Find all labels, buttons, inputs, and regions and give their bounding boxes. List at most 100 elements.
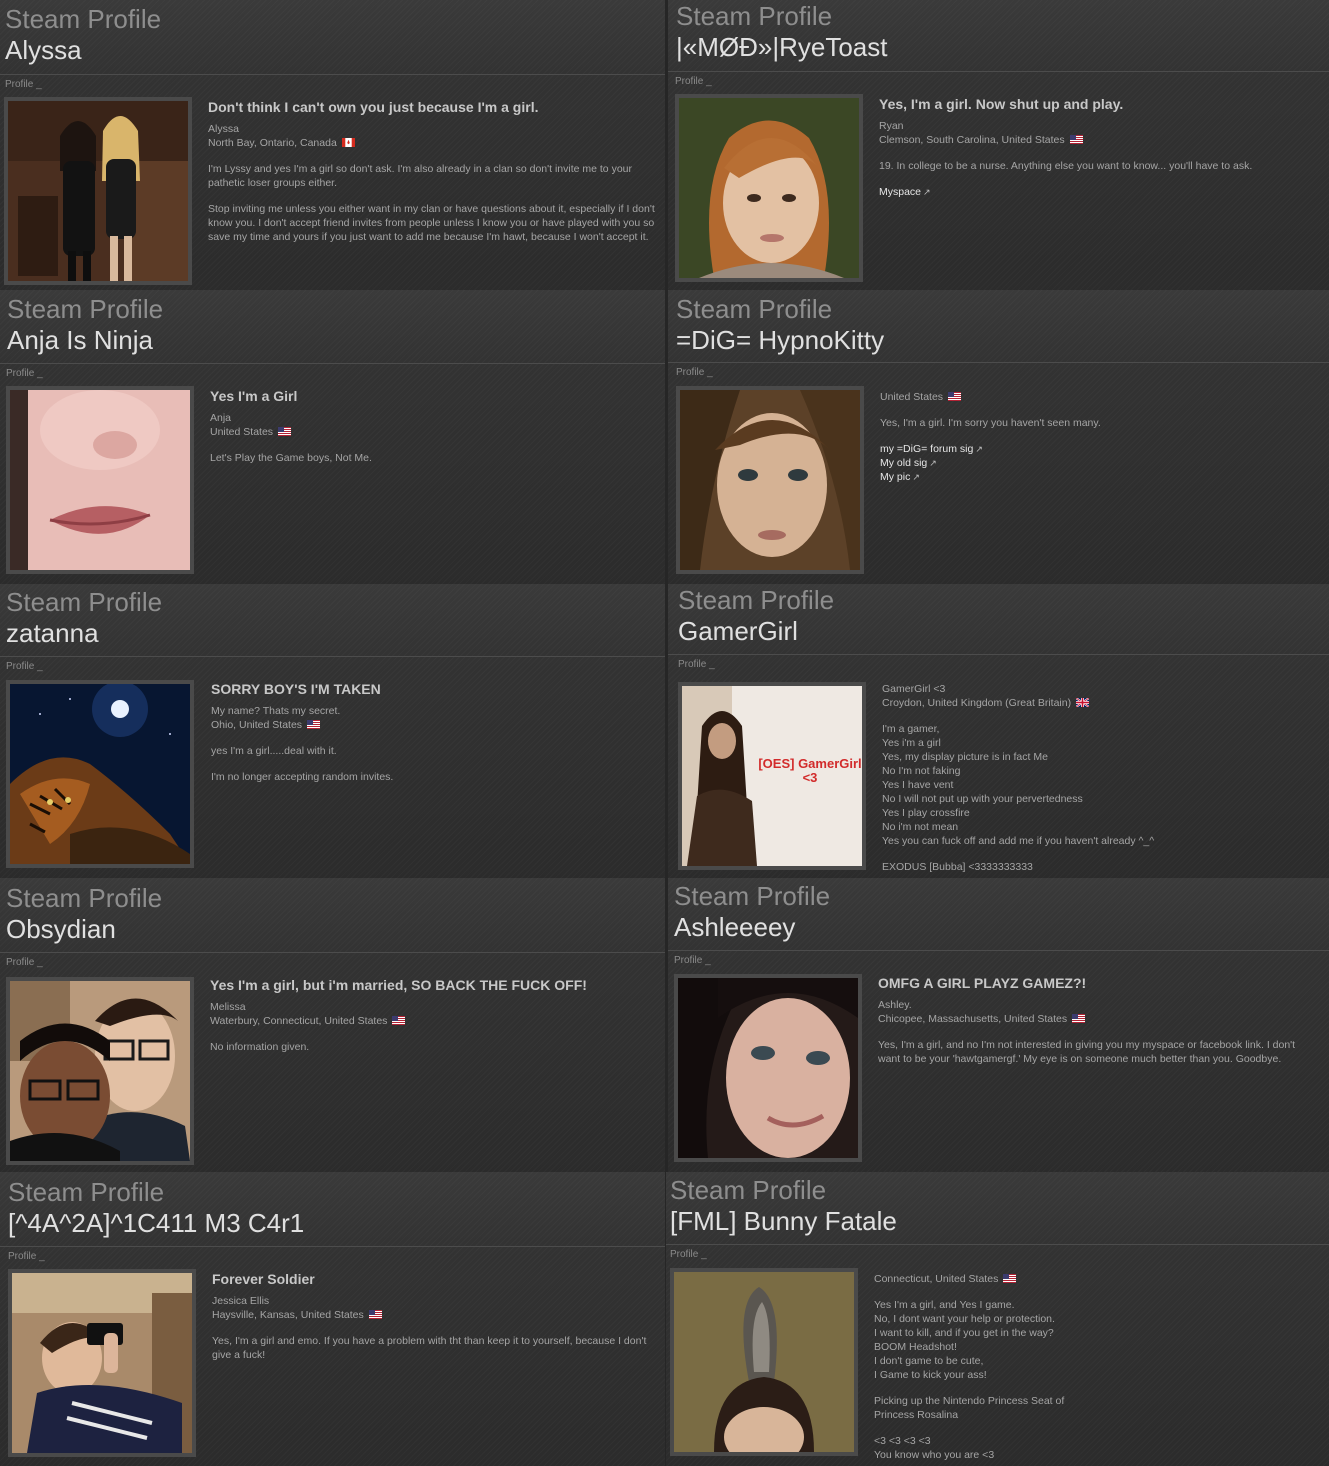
profile-header: Steam Profile |«MØÐ»|RyeToast	[676, 1, 1329, 63]
location-text: United States	[210, 426, 274, 438]
profile-tab-label[interactable]: Profile _	[6, 957, 43, 968]
profile-header: Steam Profile Ashleeeey	[674, 881, 1329, 943]
divider	[0, 1246, 665, 1247]
avatar[interactable]	[676, 386, 864, 574]
steam-profile-label: Steam Profile	[670, 1175, 827, 1205]
forum-sig-link[interactable]: my =DiG= forum sig	[880, 443, 973, 455]
profile-tab-label[interactable]: Profile _	[6, 661, 43, 672]
steam-profile-label: Steam Profile	[6, 587, 163, 617]
profile-info: Yes I'm a Girl Anja United States Let's …	[210, 387, 655, 465]
avatar[interactable]	[674, 974, 862, 1162]
avatar[interactable]	[4, 97, 192, 285]
profile-tab-label[interactable]: Profile _	[8, 1251, 45, 1262]
usa-flag-icon	[278, 427, 292, 436]
profile-panel-bunny-fatale: Steam Profile [FML] Bunny Fatale Profile…	[666, 1172, 1329, 1466]
usa-flag-icon	[1072, 1014, 1086, 1023]
profile-header: Steam Profile Obsydian	[6, 883, 665, 945]
profile-panel-alyssa: Steam Profile Alyssa Profile _ Don't thi…	[0, 0, 665, 290]
external-link-icon: ↗	[923, 187, 931, 197]
old-sig-link[interactable]: My old sig	[880, 457, 927, 469]
profile-info: Forever Soldier Jessica Ellis Haysville,…	[212, 1270, 655, 1362]
location-text: Croydon, United Kingdom (Great Britain)	[882, 697, 1072, 709]
summary-paragraph: 19. In college to be a nurse. Anything e…	[879, 160, 1253, 172]
profile-name[interactable]: zatanna	[6, 617, 665, 649]
external-link[interactable]: My old sig ↗	[880, 456, 1319, 470]
avatar[interactable]	[6, 977, 194, 1165]
canada-flag-icon	[341, 138, 355, 147]
profile-name[interactable]: GamerGirl	[678, 615, 1329, 647]
profile-tab-label[interactable]: Profile _	[678, 659, 715, 670]
summary-line: Yes i'm a girl	[882, 737, 941, 749]
profile-panel-call-me-cari: Steam Profile [^4A^2A]^1C411 M3 C4r1 Pro…	[0, 1172, 665, 1466]
profile-tab-label[interactable]: Profile _	[676, 367, 713, 378]
avatar[interactable]	[6, 386, 194, 574]
avatar[interactable]	[8, 1269, 196, 1457]
summary-line: Yes I'm a girl, and Yes I game.	[874, 1299, 1015, 1311]
location: United States	[880, 390, 1319, 404]
steam-profile-label: Steam Profile	[676, 294, 833, 324]
profile-tab-label[interactable]: Profile _	[5, 79, 42, 90]
profile-name[interactable]: Obsydian	[6, 913, 665, 945]
avatar[interactable]: [OES] GamerGirl <3	[678, 682, 866, 870]
location: Croydon, United Kingdom (Great Britain)	[882, 696, 1319, 710]
real-name: Ashley.	[878, 999, 912, 1011]
location: United States	[210, 425, 655, 439]
profile-name[interactable]: [^4A^2A]^1C411 M3 C4r1	[8, 1207, 665, 1239]
external-link[interactable]: My pic ↗	[880, 470, 1319, 484]
avatar-photo	[679, 98, 859, 278]
profile-header: Steam Profile Alyssa	[5, 4, 665, 66]
steam-profile-label: Steam Profile	[8, 1177, 165, 1207]
divider	[668, 362, 1329, 363]
avatar[interactable]	[6, 680, 194, 868]
summary-line: No I will not put up with your perverted…	[882, 793, 1083, 805]
pic-link[interactable]: My pic	[880, 471, 910, 483]
profile-tab-label[interactable]: Profile _	[670, 1249, 707, 1260]
avatar[interactable]	[670, 1268, 858, 1456]
steam-profile-label: Steam Profile	[6, 883, 163, 913]
summary-paragraph: Yes, I'm a girl, and no I'm not interest…	[878, 1039, 1296, 1065]
summary-paragraph: Let's Play the Game boys, Not Me.	[210, 452, 372, 464]
profile-name[interactable]: Anja Is Ninja	[7, 324, 665, 356]
summary-paragraph: Stop inviting me unless you either want …	[208, 203, 655, 243]
avatar-photo	[8, 101, 188, 281]
profile-name[interactable]: [FML] Bunny Fatale	[670, 1205, 1329, 1237]
summary-line: No i'm not mean	[882, 821, 959, 833]
summary-line: Yes I have vent	[882, 779, 954, 791]
profile-tab-label[interactable]: Profile _	[6, 368, 43, 379]
avatar-photo	[10, 684, 190, 864]
steam-profile-label: Steam Profile	[5, 4, 162, 34]
profile-info: Connecticut, United States Yes I'm a gir…	[874, 1272, 1319, 1462]
profile-panel-ashleeeey: Steam Profile Ashleeeey Profile _ OMFG A…	[668, 878, 1329, 1172]
profile-panel-anja: Steam Profile Anja Is Ninja Profile _ Ye…	[0, 290, 665, 584]
profile-name[interactable]: Alyssa	[5, 34, 665, 66]
summary-line: You know who you are <3	[874, 1449, 995, 1461]
real-name: GamerGirl <3	[882, 683, 946, 695]
profile-header: Steam Profile GamerGirl	[678, 585, 1329, 647]
profile-panel-gamergirl: Steam Profile GamerGirl Profile _ [OES] …	[668, 584, 1329, 878]
summary-paragraph: I'm no longer accepting random invites.	[211, 771, 394, 783]
avatar[interactable]	[675, 94, 863, 282]
summary-line: Picking up the Nintendo Princess Seat of	[874, 1395, 1065, 1407]
profile-name[interactable]: |«MØÐ»|RyeToast	[676, 31, 1329, 63]
external-link[interactable]: Myspace ↗	[879, 185, 1319, 199]
profile-name[interactable]: =DiG= HypnoKitty	[676, 324, 1329, 356]
location: Chicopee, Massachusetts, United States	[878, 1012, 1319, 1026]
profile-tab-label[interactable]: Profile _	[674, 955, 711, 966]
summary-line: I don't game to be cute,	[874, 1355, 984, 1367]
location: North Bay, Ontario, Canada	[208, 136, 655, 150]
real-name: My name? Thats my secret.	[211, 705, 341, 717]
myspace-link[interactable]: Myspace	[879, 186, 921, 198]
summary-line: No, I dont want your help or protection.	[874, 1313, 1055, 1325]
avatar-photo	[678, 978, 858, 1158]
external-link[interactable]: my =DiG= forum sig ↗	[880, 442, 1319, 456]
profile-tab-label[interactable]: Profile _	[675, 76, 712, 87]
profile-header: Steam Profile [FML] Bunny Fatale	[670, 1175, 1329, 1237]
summary-line: No I'm not faking	[882, 765, 961, 777]
summary-line: I'm a gamer,	[882, 723, 940, 735]
summary-line: Yes I play crossfire	[882, 807, 970, 819]
location-text: North Bay, Ontario, Canada	[208, 137, 337, 149]
location-text: Haysville, Kansas, United States	[212, 1309, 364, 1321]
divider	[666, 1244, 1329, 1245]
external-link-icon: ↗	[975, 444, 983, 454]
profile-name[interactable]: Ashleeeey	[674, 911, 1329, 943]
